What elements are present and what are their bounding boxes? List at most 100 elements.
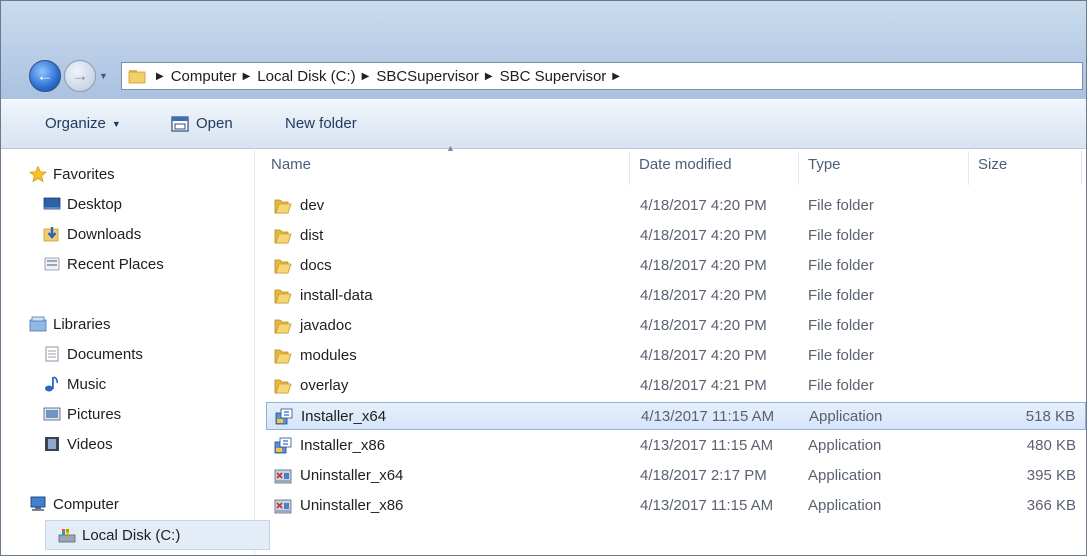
computer-icon bbox=[30, 496, 46, 511]
breadcrumb-local-disk[interactable]: Local Disk (C:) bbox=[257, 68, 355, 85]
file-row[interactable]: overlay 4/18/2017 4:21 PM File folder bbox=[266, 372, 1086, 400]
open-button[interactable]: Open bbox=[171, 115, 233, 132]
film-strip-icon bbox=[45, 437, 59, 451]
file-name: modules bbox=[300, 347, 357, 364]
file-size: 480 KB bbox=[1026, 437, 1076, 454]
file-name: dist bbox=[300, 227, 324, 244]
downloads-icon bbox=[43, 227, 59, 242]
file-row[interactable]: dev 4/18/2017 4:20 PM File folder bbox=[266, 192, 1086, 220]
file-name: overlay bbox=[300, 377, 349, 394]
new-folder-button[interactable]: New folder bbox=[285, 115, 357, 132]
sidebar-item-pictures[interactable]: Pictures bbox=[43, 401, 121, 427]
back-button[interactable]: ← bbox=[29, 60, 61, 92]
file-row[interactable]: Uninstaller_x86 4/13/2017 11:15 AM Applica… bbox=[266, 492, 1086, 520]
column-header-type[interactable]: Type bbox=[808, 149, 841, 179]
uninstaller-icon bbox=[274, 469, 292, 484]
file-type: File folder bbox=[808, 257, 874, 274]
file-name: javadoc bbox=[300, 317, 352, 334]
file-date-modified: 4/18/2017 4:20 PM bbox=[640, 257, 767, 274]
title-bar: ← → ▼ ▶ Computer ▶ Local Disk (C:) ▶ SBC… bbox=[1, 1, 1086, 99]
file-row[interactable]: javadoc 4/18/2017 4:20 PM File folder bbox=[266, 312, 1086, 340]
column-header-name[interactable]: Name bbox=[271, 149, 311, 179]
sidebar-item-documents[interactable]: Documents bbox=[43, 341, 143, 367]
file-size: 366 KB bbox=[1026, 497, 1076, 514]
sidebar-item-libraries[interactable]: Libraries bbox=[29, 311, 111, 337]
file-row[interactable]: Installer_x64 4/13/2017 11:15 AM Applicati… bbox=[266, 402, 1086, 430]
file-name: dev bbox=[300, 197, 325, 214]
file-date-modified: 4/18/2017 4:20 PM bbox=[640, 287, 767, 304]
file-type: File folder bbox=[808, 347, 874, 364]
file-size: 395 KB bbox=[1026, 467, 1076, 484]
sidebar-item-computer[interactable]: Computer bbox=[29, 491, 119, 517]
file-type: Application bbox=[809, 408, 883, 425]
breadcrumb-sbcsupervisor[interactable]: SBCSupervisor bbox=[376, 68, 479, 85]
folder-icon bbox=[274, 229, 292, 244]
file-row[interactable]: dist 4/18/2017 4:20 PM File folder bbox=[266, 222, 1086, 250]
file-row[interactable]: modules 4/18/2017 4:20 PM File folder bbox=[266, 342, 1086, 370]
file-date-modified: 4/13/2017 11:15 AM bbox=[640, 497, 774, 514]
column-separator[interactable] bbox=[968, 151, 969, 185]
installer-icon bbox=[275, 408, 293, 425]
sidebar-item-downloads[interactable]: Downloads bbox=[43, 221, 141, 247]
file-size: 518 KB bbox=[1025, 408, 1075, 425]
sidebar-item-label: Favorites bbox=[53, 165, 115, 183]
file-date-modified: 4/18/2017 4:20 PM bbox=[640, 317, 767, 334]
sidebar-item-label: Local Disk (C:) bbox=[82, 526, 181, 544]
file-name: Installer_x86 bbox=[300, 437, 386, 454]
file-date-modified: 4/18/2017 4:20 PM bbox=[640, 197, 767, 214]
breadcrumb-computer[interactable]: Computer bbox=[171, 68, 237, 85]
music-note-icon bbox=[45, 376, 58, 392]
sidebar-item-recent-places[interactable]: Recent Places bbox=[43, 251, 164, 277]
document-icon bbox=[45, 346, 59, 362]
file-date-modified: 4/13/2017 11:15 AM bbox=[641, 408, 775, 425]
back-arrow-icon: ← bbox=[36, 66, 54, 85]
command-bar: Organize ▼ Open New folder bbox=[1, 99, 1086, 149]
pictures-icon bbox=[43, 407, 61, 421]
chevron-down-icon: ▼ bbox=[111, 118, 121, 129]
file-name: Uninstaller_x86 bbox=[300, 497, 404, 514]
column-header-date-modified[interactable]: Date modified bbox=[639, 149, 732, 179]
recent-pages-dropdown-icon[interactable]: ▼ bbox=[99, 71, 108, 81]
sidebar-item-music[interactable]: Music bbox=[43, 371, 106, 397]
file-row[interactable]: docs 4/18/2017 4:20 PM File folder bbox=[266, 252, 1086, 280]
file-name: install-data bbox=[300, 287, 373, 304]
chevron-right-icon[interactable]: ▶ bbox=[612, 71, 620, 82]
sidebar-item-videos[interactable]: Videos bbox=[43, 431, 113, 457]
chevron-right-icon[interactable]: ▶ bbox=[243, 71, 251, 82]
column-separator[interactable] bbox=[1081, 151, 1082, 185]
file-date-modified: 4/18/2017 4:20 PM bbox=[640, 227, 767, 244]
address-bar[interactable]: ▶ Computer ▶ Local Disk (C:) ▶ SBCSuperv… bbox=[121, 62, 1083, 90]
libraries-icon bbox=[29, 316, 47, 332]
sidebar-item-favorites[interactable]: Favorites bbox=[29, 161, 115, 187]
sort-ascending-icon: ▲ bbox=[446, 143, 455, 153]
file-row[interactable]: Installer_x86 4/13/2017 11:15 AM Applicati… bbox=[266, 432, 1086, 460]
sidebar-item-label: Downloads bbox=[67, 225, 142, 243]
folder-icon bbox=[274, 349, 292, 364]
file-type: Application bbox=[808, 437, 882, 454]
sidebar-item-desktop[interactable]: Desktop bbox=[43, 191, 122, 217]
chevron-right-icon[interactable]: ▶ bbox=[156, 71, 164, 82]
column-header-size[interactable]: Size bbox=[978, 149, 1007, 179]
file-type: File folder bbox=[808, 287, 874, 304]
folder-icon bbox=[274, 289, 292, 304]
file-row[interactable]: Uninstaller_x64 4/18/2017 2:17 PM Applicat… bbox=[266, 462, 1086, 490]
forward-arrow-icon: → bbox=[71, 66, 89, 85]
column-label: Size bbox=[978, 155, 1008, 173]
navigation-pane: Favorites Desktop Downloads Recent Place… bbox=[29, 149, 270, 553]
breadcrumb-sbc-supervisor[interactable]: SBC Supervisor bbox=[500, 68, 607, 85]
chevron-right-icon[interactable]: ▶ bbox=[485, 71, 493, 82]
column-separator[interactable] bbox=[629, 151, 630, 185]
explorer-window: ← → ▼ ▶ Computer ▶ Local Disk (C:) ▶ SBC… bbox=[0, 0, 1087, 556]
file-date-modified: 4/18/2017 2:17 PM bbox=[640, 467, 767, 484]
chevron-right-icon[interactable]: ▶ bbox=[362, 71, 370, 82]
forward-button[interactable]: → bbox=[64, 60, 96, 92]
sidebar-item-label: Pictures bbox=[67, 405, 122, 423]
file-row[interactable]: install-data 4/18/2017 4:20 PM File folder bbox=[266, 282, 1086, 310]
column-separator[interactable] bbox=[798, 151, 799, 185]
organize-button[interactable]: Organize ▼ bbox=[45, 115, 121, 132]
local-disk-icon bbox=[58, 529, 76, 543]
file-name: Uninstaller_x64 bbox=[300, 467, 404, 484]
pane-divider[interactable] bbox=[254, 147, 255, 555]
sidebar-item-local-disk[interactable]: Local Disk (C:) bbox=[45, 520, 270, 550]
recent-places-icon bbox=[44, 257, 60, 271]
